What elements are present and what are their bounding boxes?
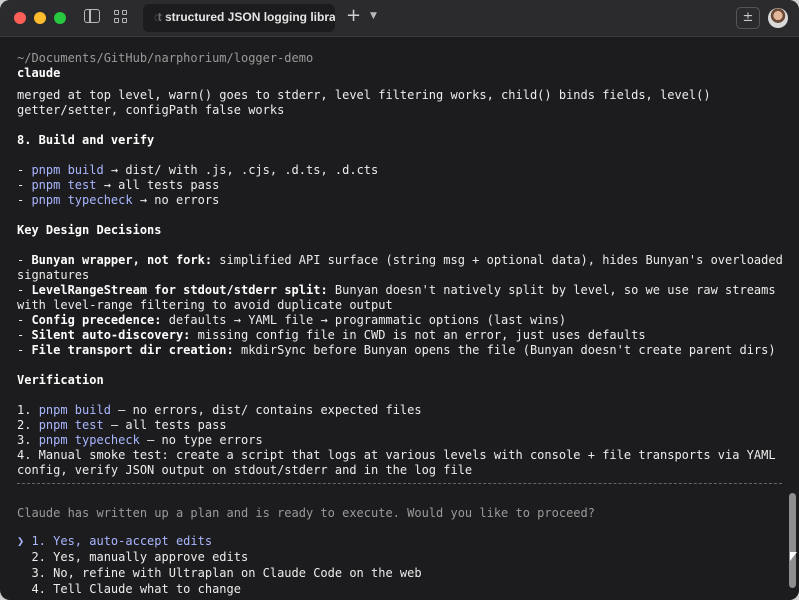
title-bar: xt structured JSON logging library + ▼ ±	[0, 0, 799, 37]
list-item-text: — all tests pass	[103, 418, 227, 432]
list-item: 4. Manual smoke test: create a script th…	[17, 448, 776, 462]
proceed-prompt: Claude has written up a plan and is read…	[17, 506, 595, 520]
list-item-text: simplified API surface (string msg + opt…	[212, 253, 783, 267]
tab-active[interactable]: xt structured JSON logging library	[143, 4, 335, 32]
scrollbar[interactable]	[786, 37, 799, 600]
section-heading-design: Key Design Decisions	[17, 223, 162, 237]
list-item-text: → dist/ with .js, .cjs, .d.ts, .d.cts	[103, 163, 379, 177]
tab-title: xt structured JSON logging library	[151, 10, 335, 24]
export-icon[interactable]: ±	[736, 7, 760, 29]
command-text: pnpm build	[31, 163, 104, 177]
divider	[17, 483, 782, 484]
section-heading-build: 8. Build and verify	[17, 133, 155, 147]
command-text: pnpm typecheck	[31, 193, 133, 207]
avatar[interactable]	[768, 8, 788, 28]
command-text: pnpm build	[38, 403, 111, 417]
list-item: - File transport dir creation: mkdirSync…	[17, 343, 776, 357]
list-item-text: mkdirSync before Bunyan opens the file (…	[233, 343, 776, 357]
output-line: getter/setter, configPath false works	[17, 103, 285, 117]
decision-title: Silent auto-discovery:	[31, 328, 191, 342]
new-tab-icon[interactable]: +	[346, 6, 361, 26]
terminal-window: xt structured JSON logging library + ▼ ±…	[0, 0, 799, 600]
command-text: pnpm test	[38, 418, 104, 432]
list-item: - LevelRangeStream for stdout/stderr spl…	[17, 283, 776, 297]
list-item: - Config precedence: defaults → YAML fil…	[17, 313, 567, 327]
list-item: - Bunyan wrapper, not fork: simplified A…	[17, 253, 783, 267]
command-text: pnpm test	[31, 178, 97, 192]
list-item-text: missing config file in CWD is not an err…	[190, 328, 646, 342]
list-item-text: Bunyan doesn't natively split by level, …	[327, 283, 776, 297]
program-name: claude	[17, 66, 61, 80]
list-item: - pnpm typecheck → no errors	[17, 193, 220, 207]
list-item: 3. pnpm typecheck — no type errors	[17, 433, 263, 447]
option-manual-approve[interactable]: 2. Yes, manually approve edits	[17, 550, 248, 565]
list-item-text: defaults → YAML file → programmatic opti…	[161, 313, 567, 327]
option-auto-accept[interactable]: ❯ 1. Yes, auto-accept edits	[17, 534, 212, 549]
list-item-text: → no errors	[132, 193, 220, 207]
output-line: merged at top level, warn() goes to stde…	[17, 88, 711, 102]
decision-title: LevelRangeStream for stdout/stderr split…	[31, 283, 328, 297]
scrollbar-thumb[interactable]	[789, 493, 796, 588]
minimize-window-button[interactable]	[34, 12, 46, 24]
list-item-text: — no type errors	[139, 433, 263, 447]
list-item-continuation: signatures	[17, 268, 90, 282]
terminal-output: ~/Documents/GitHub/narphorium/logger-dem…	[0, 37, 784, 600]
close-window-button[interactable]	[14, 12, 26, 24]
mouse-cursor-icon	[790, 552, 797, 561]
list-item: - Silent auto-discovery: missing config …	[17, 328, 646, 342]
list-item-text: — no errors, dist/ contains expected fil…	[110, 403, 422, 417]
list-item: - pnpm test → all tests pass	[17, 178, 220, 192]
list-item: 1. pnpm build — no errors, dist/ contain…	[17, 403, 422, 417]
cwd-path: ~/Documents/GitHub/narphorium/logger-dem…	[17, 51, 314, 65]
tab-overview-icon[interactable]	[114, 10, 128, 24]
command-text: pnpm typecheck	[38, 433, 140, 447]
decision-title: Config precedence:	[31, 313, 162, 327]
option-tell-claude[interactable]: 4. Tell Claude what to change	[17, 582, 241, 597]
list-item: 2. pnpm test — all tests pass	[17, 418, 227, 432]
list-item-continuation: with level-range filtering to avoid dupl…	[17, 298, 393, 312]
list-item-continuation: config, verify JSON output on stdout/std…	[17, 463, 473, 477]
tab-fade	[143, 4, 169, 32]
list-item: - pnpm build → dist/ with .js, .cjs, .d.…	[17, 163, 379, 177]
decision-title: File transport dir creation:	[31, 343, 234, 357]
sidebar-toggle-icon[interactable]	[84, 9, 100, 23]
section-heading-verification: Verification	[17, 373, 104, 387]
decision-title: Bunyan wrapper, not fork:	[31, 253, 213, 267]
option-ultraplan[interactable]: 3. No, refine with Ultraplan on Claude C…	[17, 566, 421, 581]
chevron-down-icon[interactable]: ▼	[370, 11, 377, 21]
zoom-window-button[interactable]	[54, 12, 66, 24]
list-item-text: → all tests pass	[96, 178, 220, 192]
